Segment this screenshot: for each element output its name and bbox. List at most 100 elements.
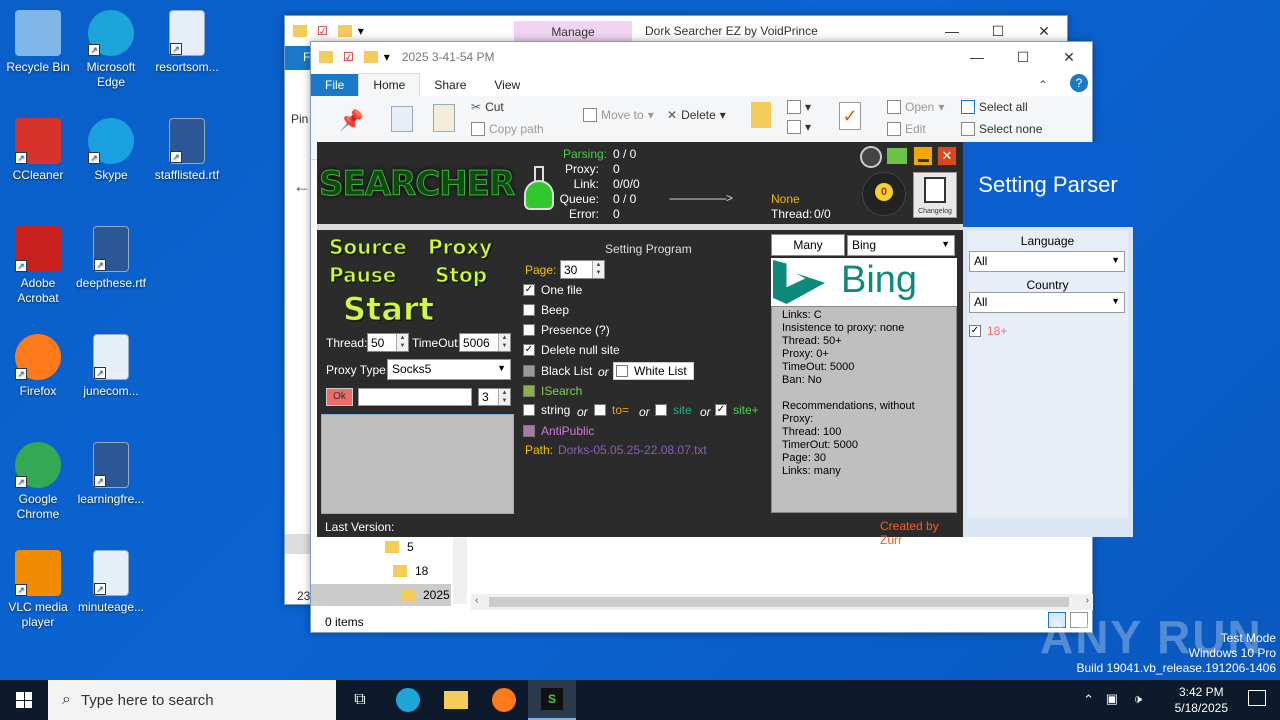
show-hidden-icons[interactable]: ⌃ [1083,692,1094,708]
one-file-checkbox[interactable]: ✓ One file [523,283,582,297]
desktop-icon-learningfre[interactable]: ↗ learningfre... [73,442,149,507]
tab-view[interactable]: View [480,74,534,96]
spinner-arrows-icon[interactable]: ▲ ▼ [498,334,510,351]
delete-null-checkbox[interactable]: ✓ Delete null site [523,343,620,357]
desktop-icon-firefox[interactable]: ↗ Firefox [0,334,76,399]
collapse-ribbon-icon[interactable]: ⌃ [1024,74,1062,96]
count-input[interactable]: 3 ▲ ▼ [478,388,511,406]
log-textarea[interactable] [321,414,514,514]
spinner-arrows-icon[interactable]: ▲ ▼ [396,334,408,351]
scroll-left-icon[interactable]: ‹ [475,595,478,606]
help-icon[interactable]: ? [1070,74,1088,92]
proxy-button[interactable]: Proxy [427,235,492,260]
move-to-button[interactable]: Move to ▾ [583,108,654,122]
thread-input[interactable]: 50 ▲ ▼ [367,333,409,352]
file-tab-back[interactable]: F [285,46,311,70]
to-checkbox[interactable]: to= [594,403,629,417]
beep-checkbox[interactable]: Beep [523,303,569,317]
manage-tab[interactable]: Manage [514,21,632,43]
copy-path-button[interactable]: Copy path [471,122,544,136]
spinner-arrows-icon[interactable]: ▲ ▼ [498,389,510,405]
isearch-option[interactable]: ISearch [523,384,582,398]
notifications-icon[interactable] [1248,690,1266,706]
clock[interactable]: 3:42 PM 5/18/2025 [1175,684,1228,716]
delete-button[interactable]: ✕ Delete ▾ [667,108,726,122]
tree-scrollbar[interactable] [453,538,467,604]
scroll-thumb[interactable] [489,597,1069,607]
task-view-icon[interactable]: ⧉ [336,691,384,709]
language-select[interactable]: All ▼ [969,251,1125,272]
easy-access-icon[interactable]: ▾ [787,120,811,134]
start-button[interactable]: Start [342,290,434,329]
back-arrow-icon[interactable]: ← [293,176,311,197]
desktop-icon-google-chrome[interactable]: ↗ Google Chrome [0,442,76,522]
close-button[interactable]: ✕ [1046,42,1092,72]
new-folder-icon[interactable] [751,102,771,128]
edge-taskbar-icon[interactable] [384,688,432,712]
source-button[interactable]: Source [329,235,408,260]
antipublic-option[interactable]: AntiPublic [523,424,594,438]
horizontal-scrollbar[interactable]: ‹ › [471,594,1093,610]
minimize-button[interactable]: — [954,42,1000,72]
tree-item[interactable]: 5 [385,540,414,554]
network-icon[interactable]: ▣ [1106,691,1118,707]
proxy-type-select[interactable]: Socks5 ▼ [387,359,511,380]
desktop-icon-stafflisted-rtf[interactable]: ↗ stafflisted.rtf [149,118,225,183]
timeout-input[interactable]: 5006 ▲ ▼ [459,333,511,352]
select-all-button[interactable]: Select all [961,100,1028,114]
select-none-button[interactable]: Select none [961,122,1042,136]
new-item-icon[interactable]: ▾ [787,100,811,114]
qat-dropdown-icon[interactable]: ▾ [358,24,364,38]
open-folder-icon[interactable] [887,148,907,164]
black-list-option[interactable]: Black List [523,364,592,378]
settings-gear-icon[interactable] [860,146,882,168]
minimize-app-button[interactable] [913,146,933,166]
speaker-icon[interactable]: 🕩 [1134,691,1142,707]
presence-checkbox[interactable]: Presence (?) [523,323,610,337]
edit-button[interactable]: Edit [887,122,926,136]
qat-dropdown-icon[interactable]: ▾ [384,50,390,64]
tab-home[interactable]: Home [358,73,421,96]
site-checkbox[interactable]: site [655,403,692,417]
desktop-icon-skype[interactable]: ↗ Skype [73,118,149,183]
page-input[interactable]: 30 ▲ ▼ [560,260,605,279]
file-explorer-taskbar-icon[interactable] [432,691,480,709]
string-checkbox[interactable]: string [523,403,570,417]
firefox-taskbar-icon[interactable] [480,688,528,712]
spinner-arrows-icon[interactable]: ▲ ▼ [592,261,604,278]
country-select[interactable]: All ▼ [969,292,1125,313]
scroll-right-icon[interactable]: › [1086,595,1089,606]
site-plus-checkbox[interactable]: ✓ site+ [715,403,759,417]
desktop-icon-deepthese-rtf[interactable]: ↗ deepthese.rtf [73,226,149,291]
properties-button[interactable]: ✓ [839,102,861,130]
stop-button[interactable]: Stop [434,263,487,288]
desktop-icon-ccleaner[interactable]: ↗ CCleaner [0,118,76,183]
bulb-icon[interactable]: 0 [862,172,906,216]
desktop-icon-junecom[interactable]: ↗ junecom... [73,334,149,399]
ok-button[interactable]: Ok [326,388,353,406]
white-list-option[interactable]: White List [613,362,694,380]
desktop-icon-adobe-acrobat[interactable]: ↗ Adobe Acrobat [0,226,76,306]
desktop-icon-minuteage[interactable]: ↗ minuteage... [73,550,149,615]
desktop-icon-recycle-bin[interactable]: Recycle Bin [0,10,76,75]
tree-item[interactable]: 18 [393,564,428,578]
paste-icon[interactable] [433,104,455,132]
tab-share[interactable]: Share [420,74,480,96]
tree-item[interactable]: 2025 3 [401,588,460,602]
path-value[interactable]: Dorks-05.05.25-22.08.07.txt [558,443,707,457]
proxy-input[interactable] [358,388,472,406]
searcher-taskbar-icon[interactable]: S [528,680,576,720]
desktop-icon-vlc-media-player[interactable]: ↗ VLC media player [0,550,76,630]
many-button[interactable]: Many [771,234,845,256]
changelog-button[interactable]: Changelog [913,172,957,218]
desktop-icon-microsoft-edge[interactable]: ↗ Microsoft Edge [73,10,149,90]
start-button[interactable] [0,680,48,720]
adult-checkbox[interactable]: ✓ 18+ [969,324,1007,338]
pin-icon[interactable]: 📌 [339,108,364,133]
pause-button[interactable]: Pause [328,263,396,288]
cut-button[interactable]: ✂ Cut [471,100,504,114]
tab-file[interactable]: File [311,74,359,96]
open-button[interactable]: Open ▾ [887,100,944,114]
copy-icon[interactable] [391,106,413,132]
desktop-icon-resortsom[interactable]: ↗ resortsom... [149,10,225,75]
